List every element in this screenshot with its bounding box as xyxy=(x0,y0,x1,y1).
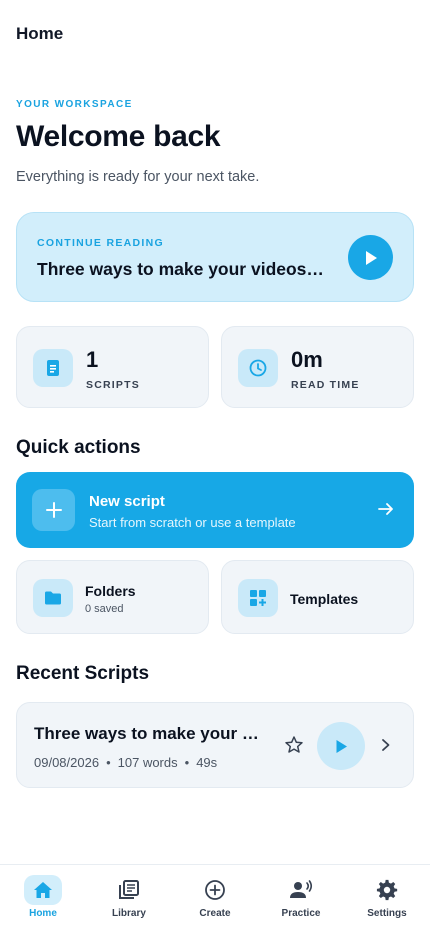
folders-button[interactable]: Folders 0 saved xyxy=(16,560,209,634)
new-script-title: New script xyxy=(89,493,165,510)
tab-create-label: Create xyxy=(199,908,231,919)
separator-dot: • xyxy=(184,755,190,770)
tab-home-label: Home xyxy=(29,908,57,919)
play-icon xyxy=(365,250,377,265)
workspace-eyebrow: YOUR WORKSPACE xyxy=(16,99,133,110)
gear-icon xyxy=(368,875,406,905)
tab-settings[interactable]: Settings xyxy=(357,875,417,925)
continue-play-button[interactable] xyxy=(348,235,393,280)
templates-icon xyxy=(238,579,278,617)
arrow-right-icon xyxy=(378,503,393,515)
quick-actions-heading: Quick actions xyxy=(16,437,141,458)
tab-practice[interactable]: Practice xyxy=(271,875,331,925)
recent-script-title: Three ways to make your … xyxy=(34,724,259,743)
plus-icon xyxy=(32,489,75,531)
play-icon xyxy=(336,739,347,753)
continue-reading-card[interactable]: CONTINUE READING Three ways to make your… xyxy=(16,212,414,302)
document-icon xyxy=(33,349,73,387)
add-circle-icon xyxy=(196,875,234,905)
tab-practice-label: Practice xyxy=(281,908,321,919)
folders-count: 0 saved xyxy=(85,603,124,615)
recent-script-words: 107 words xyxy=(117,755,178,770)
read-time-value: 0m xyxy=(291,347,323,372)
recent-scripts-heading: Recent Scripts xyxy=(16,663,150,684)
welcome-subtitle: Everything is ready for your next take. xyxy=(16,169,260,185)
continue-reading-label: CONTINUE READING xyxy=(37,237,164,249)
folder-icon xyxy=(33,579,73,617)
read-time-stat-card: 0m READ TIME xyxy=(221,326,414,408)
tab-settings-label: Settings xyxy=(367,908,407,919)
new-script-subtitle: Start from scratch or use a template xyxy=(89,515,296,530)
scripts-count: 1 xyxy=(86,347,99,372)
tab-create[interactable]: Create xyxy=(185,875,245,925)
recent-script-date: 09/08/2026 xyxy=(34,755,100,770)
scripts-stat-card: 1 SCRIPTS xyxy=(16,326,209,408)
templates-title: Templates xyxy=(290,591,359,607)
recent-script-meta: 09/08/2026 • 107 words • 49s xyxy=(34,755,217,770)
library-icon xyxy=(110,875,148,905)
home-icon xyxy=(24,875,62,905)
tab-library[interactable]: Library xyxy=(99,875,159,925)
welcome-heading: Welcome back xyxy=(16,120,221,153)
recent-script-item[interactable]: Three ways to make your … 09/08/2026 • 1… xyxy=(16,702,414,788)
tab-library-label: Library xyxy=(112,908,146,919)
bottom-tab-bar: Home Library Create Practice Settings xyxy=(0,864,430,932)
page-title: Home xyxy=(16,24,64,43)
folders-title: Folders xyxy=(85,583,136,599)
separator-dot: • xyxy=(106,755,111,770)
recent-script-duration: 49s xyxy=(196,755,218,770)
speaker-person-icon xyxy=(282,875,320,905)
tab-home[interactable]: Home xyxy=(13,875,73,925)
continue-reading-title: Three ways to make your videos f… xyxy=(37,259,327,279)
clock-icon xyxy=(238,349,278,387)
read-time-label: READ TIME xyxy=(291,379,360,391)
new-script-button[interactable]: New script Start from scratch or use a t… xyxy=(16,472,414,548)
chevron-right-icon[interactable] xyxy=(379,737,393,753)
scripts-label: SCRIPTS xyxy=(86,379,140,391)
templates-button[interactable]: Templates xyxy=(221,560,414,634)
star-icon[interactable] xyxy=(284,735,304,755)
recent-play-button[interactable] xyxy=(317,722,365,770)
